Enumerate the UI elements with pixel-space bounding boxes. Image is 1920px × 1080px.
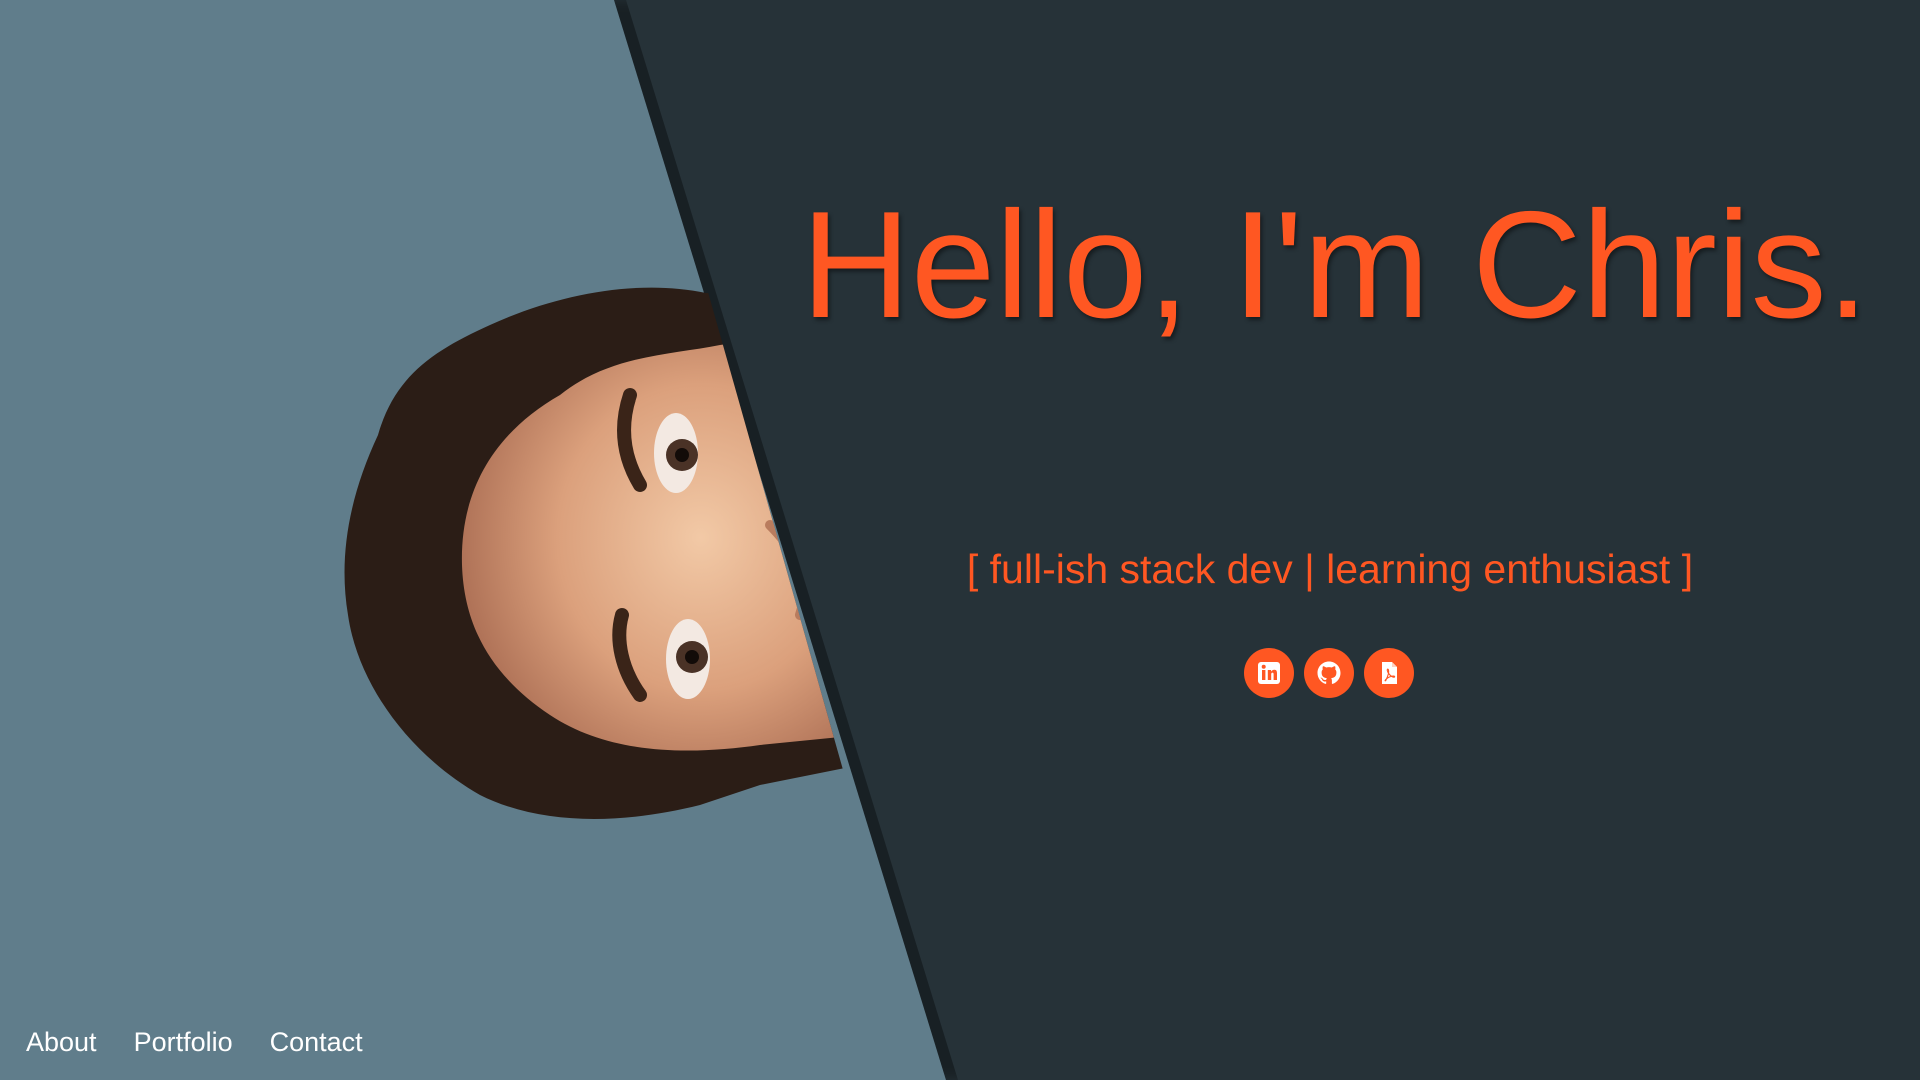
nav-contact[interactable]: Contact (270, 1024, 363, 1060)
footer-nav: About Portfolio Contact (26, 1024, 363, 1060)
hero-subtitle: [ full-ish stack dev | learning enthusia… (966, 546, 1694, 592)
social-links (1244, 648, 1414, 698)
nav-portfolio[interactable]: Portfolio (134, 1024, 233, 1060)
profile-photo (340, 285, 860, 830)
linkedin-button[interactable] (1244, 648, 1294, 698)
nav-about[interactable]: About (26, 1024, 97, 1060)
slanted-left-panel (0, 0, 946, 1080)
github-icon (1315, 659, 1343, 687)
resume-pdf-button[interactable] (1364, 648, 1414, 698)
landing-hero: Hello, I'm Chris. [ full-ish stack dev |… (0, 0, 1920, 1080)
pdf-resume-icon (1375, 659, 1403, 687)
hero-title: Hello, I'm Chris. (801, 180, 1869, 350)
github-button[interactable] (1304, 648, 1354, 698)
linkedin-icon (1255, 659, 1283, 687)
